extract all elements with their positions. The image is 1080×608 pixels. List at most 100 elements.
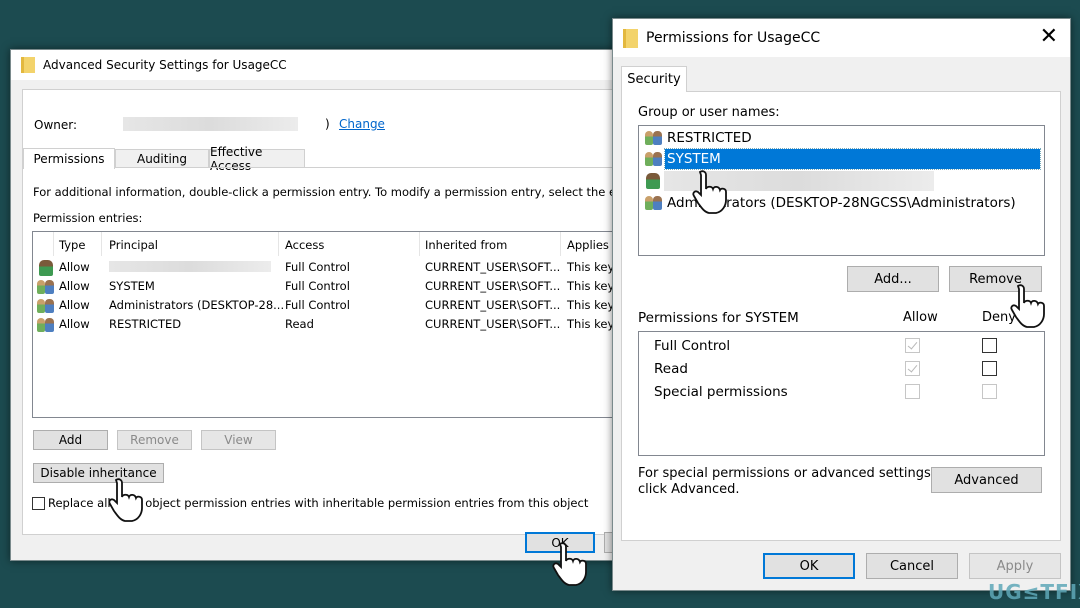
deny-special-checkbox[interactable] — [982, 384, 997, 399]
permission-entries-list[interactable]: Type Principal Access Inherited from App… — [32, 231, 621, 418]
row-applies: This key — [567, 298, 615, 312]
column-divider — [419, 232, 420, 256]
ok-button[interactable]: OK — [763, 553, 855, 579]
column-header-inherited[interactable]: Inherited from — [425, 238, 507, 252]
permission-entries-label: Permission entries: — [33, 211, 143, 225]
row-access: Full Control — [285, 298, 350, 312]
hand-cursor-icon — [552, 542, 587, 586]
user-name: SYSTEM — [664, 148, 1041, 170]
row-type: Allow — [59, 279, 90, 293]
allow-special-checkbox[interactable] — [905, 384, 920, 399]
dialog-title: Advanced Security Settings for UsageCC — [43, 58, 287, 72]
group-icon — [36, 317, 56, 333]
folder-icon — [623, 28, 638, 48]
user-icon — [39, 260, 53, 276]
group-names-label: Group or user names: — [638, 105, 780, 120]
hand-cursor-icon — [108, 478, 143, 522]
button-label: Cancel — [889, 558, 935, 574]
tab-label: Auditing — [136, 151, 188, 166]
deny-read-checkbox[interactable] — [982, 361, 997, 376]
security-tab[interactable]: Security — [621, 66, 687, 92]
row-principal: RESTRICTED — [109, 317, 182, 331]
row-applies: This key — [567, 279, 615, 293]
group-icon — [36, 298, 56, 314]
hand-cursor-icon — [1010, 284, 1045, 328]
tab-effective-access[interactable]: Effective Access — [209, 145, 305, 173]
column-header-access[interactable]: Access — [285, 238, 324, 252]
column-header-type[interactable]: Type — [59, 238, 85, 252]
replace-child-permissions-checkbox[interactable] — [32, 497, 45, 510]
permissions-list: Full Control Read Special permissions — [638, 331, 1045, 456]
principal-redacted — [109, 261, 271, 272]
column-header-principal[interactable]: Principal — [109, 238, 158, 252]
advanced-security-dialog: Advanced Security Settings for UsageCC O… — [10, 49, 624, 561]
watermark-logo: UG≤TFIX — [988, 580, 1080, 604]
list-item[interactable]: RESTRICTED — [644, 129, 1040, 147]
table-row[interactable]: Allow RESTRICTED Read CURRENT_USER\SOFT.… — [33, 315, 620, 333]
perm-name: Full Control — [654, 338, 731, 354]
button-label: Advanced — [954, 472, 1019, 488]
table-row[interactable]: Allow Full Control CURRENT_USER\SOFT... … — [33, 258, 620, 276]
tab-label: Effective Access — [210, 144, 263, 173]
tab-label: Security — [627, 72, 681, 87]
owner-label: Owner: — [34, 118, 78, 132]
title-bar: Permissions for UsageCC ✕ — [613, 19, 1070, 57]
advanced-button[interactable]: Advanced — [931, 467, 1042, 493]
row-principal: SYSTEM — [109, 279, 155, 293]
remove-entry-button[interactable]: Remove — [117, 430, 192, 450]
permissions-for-label: Permissions for SYSTEM — [638, 310, 799, 326]
row-applies: This key — [567, 260, 615, 274]
advanced-hint-line1: For special permissions or advanced sett… — [638, 466, 935, 481]
perm-name: Special permissions — [654, 384, 788, 400]
button-label: Add — [58, 433, 83, 447]
row-inherited: CURRENT_USER\SOFT... — [425, 279, 561, 293]
list-item-selected[interactable]: SYSTEM — [644, 148, 1041, 170]
permissions-dialog: Permissions for UsageCC ✕ Security Group… — [612, 18, 1071, 591]
deny-full-control-checkbox[interactable] — [982, 338, 997, 353]
table-row[interactable]: Allow SYSTEM Full Control CURRENT_USER\S… — [33, 277, 620, 295]
row-type: Allow — [59, 298, 90, 312]
row-applies: This key — [567, 317, 615, 331]
row-type: Allow — [59, 317, 90, 331]
column-divider — [278, 232, 279, 256]
add-entry-button[interactable]: Add — [33, 430, 108, 450]
table-row[interactable]: Allow Administrators (DESKTOP-28... Full… — [33, 296, 620, 314]
column-divider — [53, 232, 54, 256]
row-inherited: CURRENT_USER\SOFT... — [425, 298, 561, 312]
allow-full-control-checkbox[interactable] — [905, 338, 920, 353]
cancel-button[interactable]: Cancel — [866, 553, 958, 579]
apply-button[interactable]: Apply — [969, 553, 1061, 579]
group-icon — [36, 279, 56, 295]
advanced-hint-line2: click Advanced. — [638, 482, 740, 497]
group-icon — [644, 195, 664, 211]
group-icon — [644, 151, 664, 167]
row-access: Read — [285, 317, 314, 331]
row-access: Full Control — [285, 260, 350, 274]
list-header: Type Principal Access Inherited from App… — [33, 232, 620, 256]
row-inherited: CURRENT_USER\SOFT... — [425, 260, 561, 274]
column-divider — [101, 232, 102, 256]
allow-read-checkbox[interactable] — [905, 361, 920, 376]
column-header-applies[interactable]: Applies t — [567, 238, 617, 252]
close-icon[interactable]: ✕ — [1040, 25, 1058, 49]
change-owner-link[interactable]: Change — [339, 117, 385, 131]
allow-column-label: Allow — [903, 310, 938, 325]
perm-name: Read — [654, 361, 688, 377]
user-name: RESTRICTED — [667, 130, 752, 146]
user-icon — [646, 173, 660, 189]
row-access: Full Control — [285, 279, 350, 293]
button-label: OK — [799, 558, 819, 574]
title-bar: Advanced Security Settings for UsageCC — [11, 50, 619, 80]
tabs-underline — [115, 167, 621, 168]
tab-permissions[interactable]: Permissions — [23, 148, 115, 169]
info-text: For additional information, double-click… — [33, 185, 621, 199]
view-entry-button[interactable]: View — [201, 430, 276, 450]
dialog-title: Permissions for UsageCC — [646, 30, 821, 46]
folder-icon — [21, 57, 35, 73]
tab-auditing[interactable]: Auditing — [115, 149, 209, 168]
add-user-button[interactable]: Add... — [847, 266, 939, 292]
group-icon — [644, 130, 664, 146]
owner-value-redacted — [123, 117, 298, 131]
button-label: Add... — [874, 271, 912, 287]
row-type: Allow — [59, 260, 90, 274]
